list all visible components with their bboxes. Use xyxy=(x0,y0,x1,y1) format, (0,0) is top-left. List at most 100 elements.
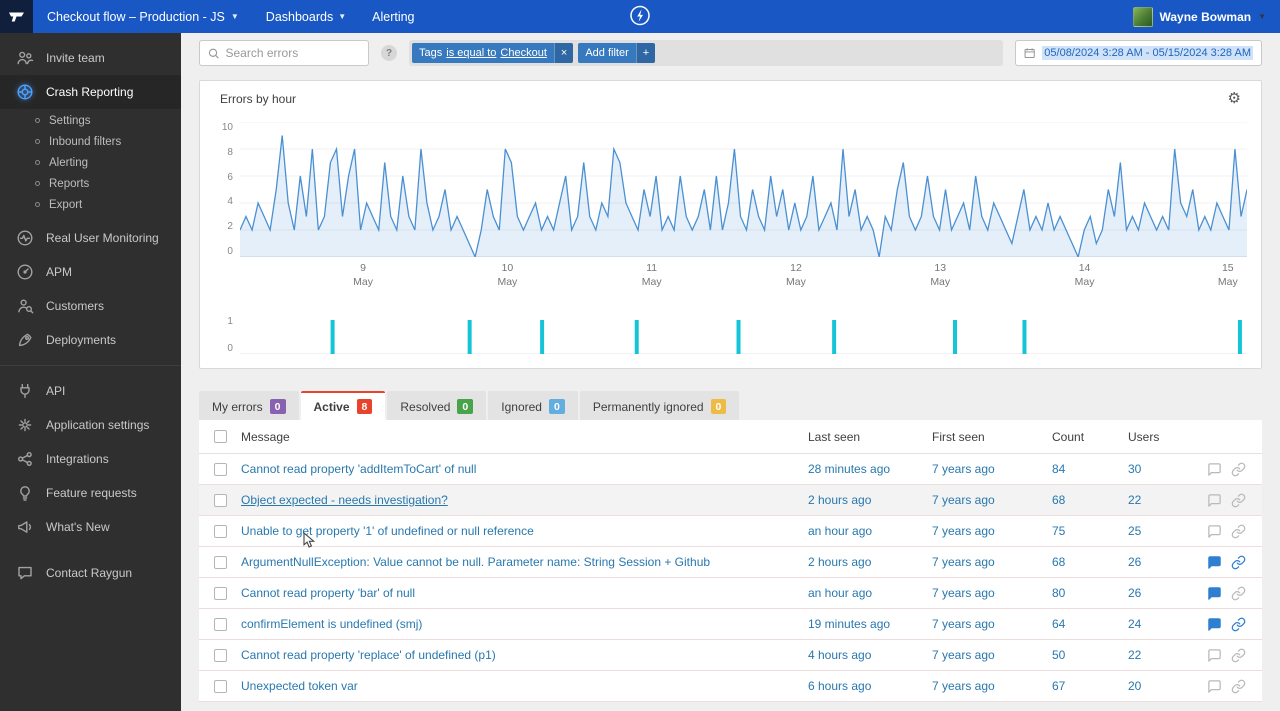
error-message-link[interactable]: Unexpected token var xyxy=(241,679,370,693)
link-icon[interactable] xyxy=(1231,617,1246,632)
count-value[interactable]: 84 xyxy=(1052,462,1128,476)
first-seen-value[interactable]: 7 years ago xyxy=(932,555,1052,569)
comment-icon[interactable] xyxy=(1207,555,1222,570)
last-seen-value[interactable]: 6 hours ago xyxy=(808,679,932,693)
last-seen-value[interactable]: 19 minutes ago xyxy=(808,617,932,631)
comment-icon[interactable] xyxy=(1207,648,1222,663)
nav-alerting[interactable]: Alerting xyxy=(359,0,427,33)
row-checkbox[interactable] xyxy=(213,617,227,631)
last-seen-value[interactable]: an hour ago xyxy=(808,586,932,600)
error-row[interactable]: Unable to get property '1' of undefined … xyxy=(199,516,1262,547)
tab-permanently-ignored[interactable]: Permanently ignored 0 xyxy=(579,391,740,420)
link-icon[interactable] xyxy=(1231,524,1246,539)
link-icon[interactable] xyxy=(1231,493,1246,508)
row-checkbox[interactable] xyxy=(213,462,227,476)
app-selector-dropdown[interactable]: Checkout flow – Production - JS ▼ xyxy=(33,0,253,33)
count-value[interactable]: 64 xyxy=(1052,617,1128,631)
first-seen-value[interactable]: 7 years ago xyxy=(932,617,1052,631)
sidebar-item-real-user-monitoring[interactable]: Real User Monitoring xyxy=(0,221,181,255)
comment-icon[interactable] xyxy=(1207,617,1222,632)
sidebar-item-integrations[interactable]: Integrations xyxy=(0,442,181,476)
tab-my-errors[interactable]: My errors 0 xyxy=(199,391,299,420)
count-value[interactable]: 75 xyxy=(1052,524,1128,538)
tab-resolved[interactable]: Resolved 0 xyxy=(387,391,487,420)
first-seen-value[interactable]: 7 years ago xyxy=(932,524,1052,538)
last-seen-value[interactable]: 28 minutes ago xyxy=(808,462,932,476)
subitem-settings[interactable]: Settings xyxy=(0,110,181,131)
link-icon[interactable] xyxy=(1231,462,1246,477)
search-errors-input[interactable] xyxy=(225,46,360,60)
filter-operator[interactable]: is equal to xyxy=(446,47,496,59)
row-checkbox[interactable] xyxy=(213,555,227,569)
sidebar-item-customers[interactable]: Customers xyxy=(0,289,181,323)
add-filter-plus-icon[interactable]: + xyxy=(635,43,656,63)
column-header-message[interactable]: Message xyxy=(241,430,808,444)
error-row[interactable]: Object expected - needs investigation? 2… xyxy=(199,485,1262,516)
comment-icon[interactable] xyxy=(1207,586,1222,601)
column-header-users[interactable]: Users xyxy=(1128,430,1200,444)
users-value[interactable]: 22 xyxy=(1128,648,1200,662)
count-value[interactable]: 80 xyxy=(1052,586,1128,600)
first-seen-value[interactable]: 7 years ago xyxy=(932,493,1052,507)
nav-dashboards[interactable]: Dashboards ▼ xyxy=(253,0,359,33)
error-row[interactable]: Cannot read property 'bar' of null an ho… xyxy=(199,578,1262,609)
remove-filter-button[interactable]: × xyxy=(553,43,574,63)
sidebar-item-deployments[interactable]: Deployments xyxy=(0,323,181,357)
error-row[interactable]: Unexpected token var 6 hours ago 7 years… xyxy=(199,671,1262,702)
help-button[interactable]: ? xyxy=(381,45,397,61)
date-range-picker[interactable]: 05/08/2024 3:28 AM - 05/15/2024 3:28 AM xyxy=(1015,40,1262,66)
users-value[interactable]: 30 xyxy=(1128,462,1200,476)
users-value[interactable]: 25 xyxy=(1128,524,1200,538)
error-message-link[interactable]: ArgumentNullException: Value cannot be n… xyxy=(241,555,722,569)
first-seen-value[interactable]: 7 years ago xyxy=(932,679,1052,693)
link-icon[interactable] xyxy=(1231,555,1246,570)
sidebar-item-whats-new[interactable]: What's New xyxy=(0,510,181,544)
subitem-alerting[interactable]: Alerting xyxy=(0,152,181,173)
sidebar-item-contact-raygun[interactable]: Contact Raygun xyxy=(0,556,181,590)
count-value[interactable]: 67 xyxy=(1052,679,1128,693)
subitem-export[interactable]: Export xyxy=(0,194,181,215)
select-all-checkbox[interactable] xyxy=(213,430,227,443)
error-row[interactable]: Cannot read property 'addItemToCart' of … xyxy=(199,454,1262,485)
filter-value[interactable]: Checkout xyxy=(500,47,546,59)
first-seen-value[interactable]: 7 years ago xyxy=(932,462,1052,476)
row-checkbox[interactable] xyxy=(213,524,227,538)
count-value[interactable]: 68 xyxy=(1052,555,1128,569)
link-icon[interactable] xyxy=(1231,679,1246,694)
raygun-logo[interactable] xyxy=(0,0,33,33)
error-message-link[interactable]: Unable to get property '1' of undefined … xyxy=(241,524,546,538)
first-seen-value[interactable]: 7 years ago xyxy=(932,586,1052,600)
column-header-count[interactable]: Count xyxy=(1052,430,1128,444)
error-row[interactable]: ArgumentNullException: Value cannot be n… xyxy=(199,547,1262,578)
raygun-bolt-icon[interactable] xyxy=(629,4,651,29)
sidebar-item-api[interactable]: API xyxy=(0,374,181,408)
first-seen-value[interactable]: 7 years ago xyxy=(932,648,1052,662)
sidebar-item-apm[interactable]: APM xyxy=(0,255,181,289)
last-seen-value[interactable]: 2 hours ago xyxy=(808,493,932,507)
comment-icon[interactable] xyxy=(1207,462,1222,477)
last-seen-value[interactable]: 2 hours ago xyxy=(808,555,932,569)
sidebar-item-application-settings[interactable]: Application settings xyxy=(0,408,181,442)
tab-active[interactable]: Active 8 xyxy=(300,391,386,420)
error-message-link[interactable]: confirmElement is undefined (smj) xyxy=(241,617,434,631)
link-icon[interactable] xyxy=(1231,648,1246,663)
count-value[interactable]: 68 xyxy=(1052,493,1128,507)
add-filter-button[interactable]: Add filter + xyxy=(578,43,656,63)
error-row[interactable]: Cannot read property 'replace' of undefi… xyxy=(199,640,1262,671)
error-message-link[interactable]: Cannot read property 'bar' of null xyxy=(241,586,427,600)
sidebar-item-feature-requests[interactable]: Feature requests xyxy=(0,476,181,510)
users-value[interactable]: 22 xyxy=(1128,493,1200,507)
last-seen-value[interactable]: an hour ago xyxy=(808,524,932,538)
row-checkbox[interactable] xyxy=(213,679,227,693)
error-message-link[interactable]: Cannot read property 'replace' of undefi… xyxy=(241,648,508,662)
link-icon[interactable] xyxy=(1231,586,1246,601)
users-value[interactable]: 24 xyxy=(1128,617,1200,631)
subitem-reports[interactable]: Reports xyxy=(0,173,181,194)
tab-ignored[interactable]: Ignored 0 xyxy=(488,391,578,420)
panel-settings-gear-icon[interactable]: ⚙ xyxy=(1228,91,1241,106)
sidebar-item-invite-team[interactable]: Invite team xyxy=(0,41,181,75)
users-value[interactable]: 20 xyxy=(1128,679,1200,693)
comment-icon[interactable] xyxy=(1207,524,1222,539)
row-checkbox[interactable] xyxy=(213,493,227,507)
tag-filter-chip[interactable]: Tags is equal to Checkout × xyxy=(412,43,574,63)
